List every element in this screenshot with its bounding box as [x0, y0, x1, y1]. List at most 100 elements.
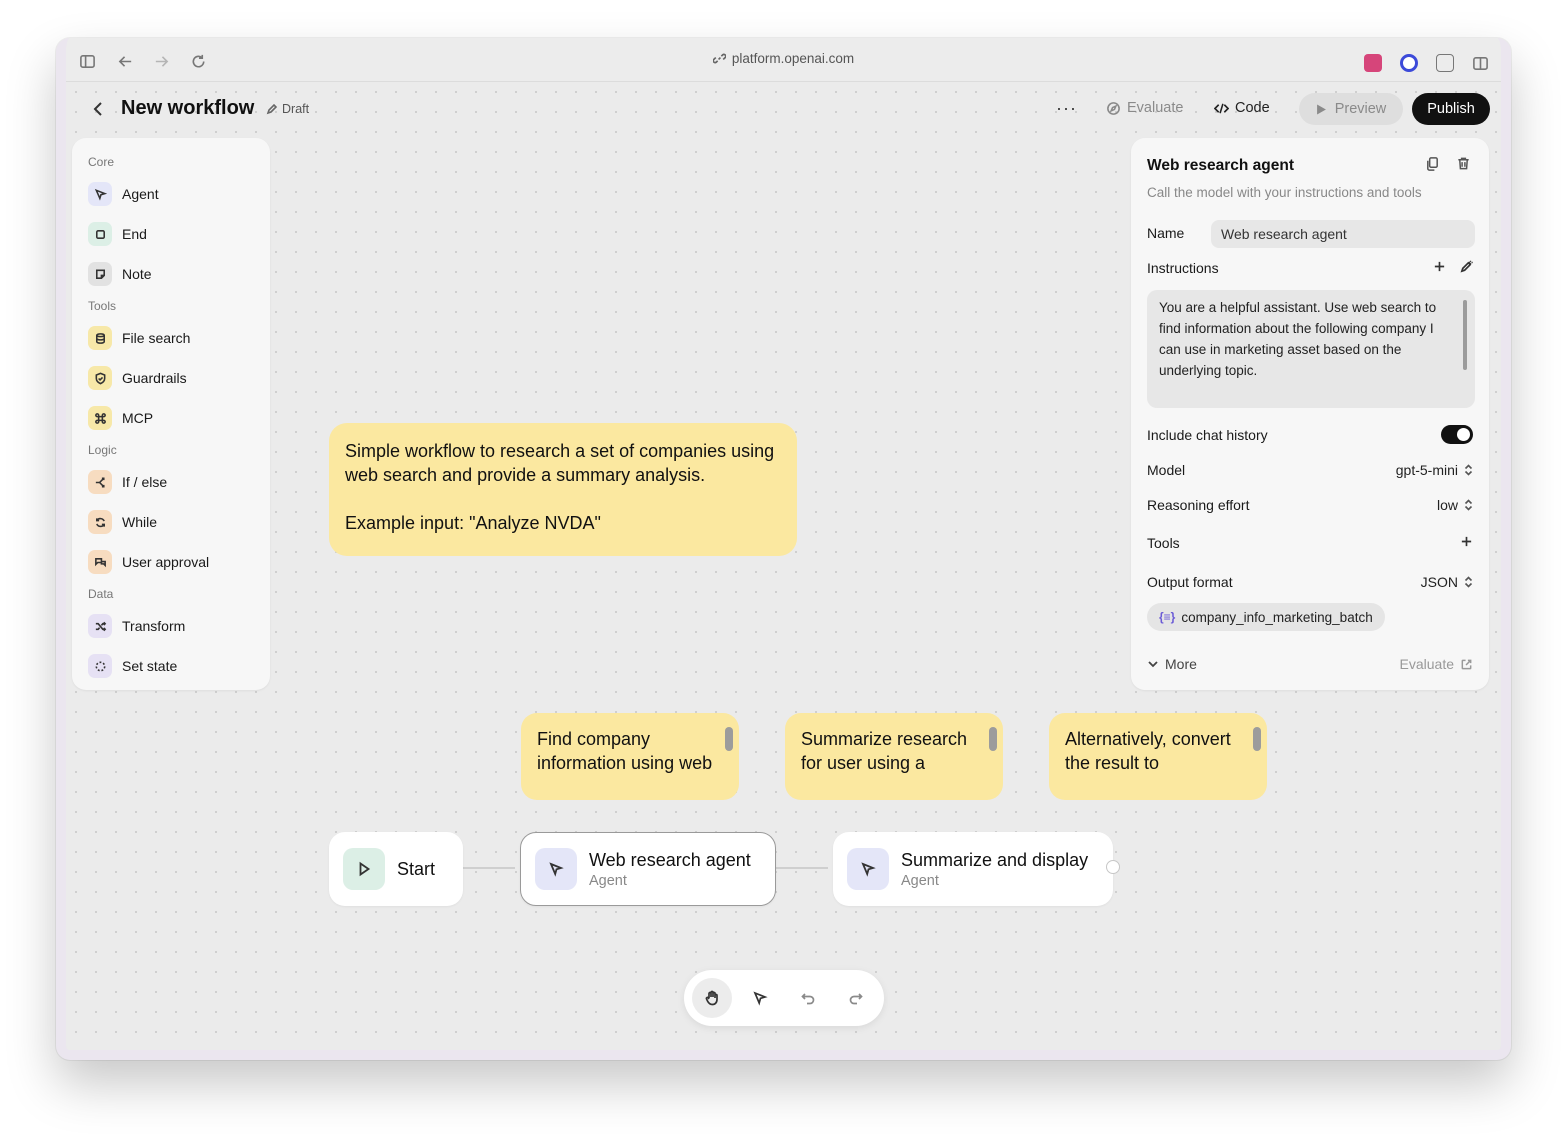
- palette-item-label: User approval: [122, 554, 210, 570]
- output-port[interactable]: [1106, 860, 1120, 874]
- translate-extension-icon[interactable]: [1364, 54, 1382, 72]
- panel-actions: [1425, 156, 1471, 171]
- palette-item-end[interactable]: End: [72, 214, 270, 254]
- reasoning-value: low: [1436, 497, 1458, 513]
- url-text: platform.openai.com: [731, 51, 855, 66]
- preview-button[interactable]: Preview: [1299, 93, 1403, 125]
- workflow-description-note[interactable]: Simple workflow to research a set of com…: [329, 423, 797, 556]
- back-chevron-icon[interactable]: [90, 100, 108, 118]
- palette-item-set-state[interactable]: Set state: [72, 646, 270, 686]
- code-icon: [1214, 103, 1229, 113]
- evaluate-button[interactable]: Evaluate: [1106, 100, 1183, 116]
- reasoning-row: Reasoning effort low: [1147, 497, 1473, 513]
- copy-icon[interactable]: [1425, 156, 1440, 171]
- settings-extension-icon[interactable]: [1436, 54, 1454, 72]
- name-input[interactable]: Web research agent: [1211, 220, 1475, 248]
- pointer-icon: [753, 991, 768, 1006]
- name-label: Name: [1147, 225, 1185, 241]
- node-web-research-agent[interactable]: Web research agent Agent: [520, 832, 776, 906]
- note-example-text: Example input: "Analyze NVDA": [345, 513, 601, 533]
- external-link-icon: [1461, 659, 1472, 669]
- note-scrollbar[interactable]: [1253, 727, 1261, 751]
- palette-item-label: Set state: [122, 658, 178, 674]
- evaluate-label: Evaluate: [1127, 100, 1184, 116]
- face-extension-icon[interactable]: [1400, 54, 1418, 72]
- redo-icon: [849, 993, 863, 1005]
- note-scrollbar[interactable]: [989, 727, 997, 751]
- model-value: gpt-5-mini: [1395, 462, 1458, 478]
- section-core: Core: [88, 155, 115, 169]
- note-alternatively-convert[interactable]: Alternatively, convert the result to: [1049, 713, 1267, 800]
- approval-icon: [88, 550, 112, 574]
- palette-item-note[interactable]: Note: [72, 254, 270, 294]
- add-tool-icon[interactable]: [1460, 535, 1473, 551]
- undo-button[interactable]: [788, 978, 828, 1018]
- palette-item-guardrails[interactable]: Guardrails: [72, 358, 270, 398]
- panel-footer: More Evaluate: [1147, 656, 1473, 672]
- chat-history-toggle[interactable]: [1441, 425, 1473, 444]
- shield-icon: [88, 366, 112, 390]
- pan-tool-button[interactable]: [692, 978, 732, 1018]
- palette-item-transform[interactable]: Transform: [72, 606, 270, 646]
- palette-item-file-search[interactable]: File search: [72, 318, 270, 358]
- section-data: Data: [88, 587, 114, 601]
- publish-button[interactable]: Publish: [1412, 93, 1490, 125]
- branch-icon: [88, 470, 112, 494]
- instructions-textarea[interactable]: You are a helpful assistant. Use web sea…: [1147, 290, 1475, 408]
- hand-icon: [705, 990, 718, 1006]
- select-arrows-icon: [1464, 499, 1473, 511]
- evaluate-link-label: Evaluate: [1399, 656, 1454, 672]
- node-subtitle: Agent: [589, 872, 627, 889]
- output-format-select[interactable]: JSON: [1421, 574, 1473, 590]
- palette-item-mcp[interactable]: MCP: [72, 398, 270, 438]
- select-arrows-icon: [1464, 576, 1473, 588]
- palette-item-agent[interactable]: Agent: [72, 174, 270, 214]
- code-button[interactable]: Code: [1214, 100, 1270, 116]
- palette-item-label: Agent: [122, 186, 159, 202]
- instructions-label: Instructions: [1147, 260, 1219, 276]
- note-text: Find company information using web: [537, 729, 713, 773]
- loop-icon: [88, 510, 112, 534]
- more-options-button[interactable]: ···: [1056, 98, 1077, 119]
- node-start[interactable]: Start: [329, 832, 463, 906]
- magic-edit-icon[interactable]: [1460, 260, 1473, 276]
- model-row: Model gpt-5-mini: [1147, 462, 1473, 478]
- node-summarize-and-display[interactable]: Summarize and display Agent: [833, 832, 1113, 906]
- agent-icon: [535, 848, 577, 890]
- instructions-scrollbar[interactable]: [1463, 300, 1467, 370]
- split-view-icon[interactable]: [1471, 54, 1489, 72]
- instructions-row: Instructions: [1147, 260, 1473, 276]
- reasoning-select[interactable]: low: [1437, 497, 1473, 513]
- redo-button[interactable]: [836, 978, 876, 1018]
- palette-item-label: Guardrails: [122, 370, 187, 386]
- palette-item-label: If / else: [122, 474, 168, 490]
- note-find-company[interactable]: Find company information using web: [521, 713, 739, 800]
- node-palette: Core Agent End Note Tools File search Gu…: [72, 138, 270, 690]
- agent-icon: [88, 182, 112, 206]
- note-text: Alternatively, convert the result to: [1065, 729, 1231, 773]
- undo-icon: [801, 993, 815, 1005]
- palette-item-user-approval[interactable]: User approval: [72, 542, 270, 582]
- address-bar[interactable]: platform.openai.com: [66, 51, 1501, 66]
- add-instruction-icon[interactable]: [1433, 260, 1446, 276]
- draft-pencil-icon: [266, 103, 278, 115]
- link-icon: [712, 53, 726, 64]
- play-icon: [1316, 104, 1326, 114]
- select-tool-button[interactable]: [740, 978, 780, 1018]
- note-summarize-research[interactable]: Summarize research for user using a: [785, 713, 1003, 800]
- evaluate-link[interactable]: Evaluate: [1400, 656, 1473, 672]
- note-scrollbar[interactable]: [725, 727, 733, 751]
- trash-icon[interactable]: [1456, 156, 1471, 171]
- model-select[interactable]: gpt-5-mini: [1396, 462, 1473, 478]
- workflow-title[interactable]: New workflow: [121, 97, 254, 120]
- panel-title: Web research agent: [1147, 157, 1295, 174]
- code-label: Code: [1235, 100, 1270, 116]
- schema-chip[interactable]: {≡} company_info_marketing_batch: [1147, 603, 1385, 631]
- palette-item-while[interactable]: While: [72, 502, 270, 542]
- reasoning-label: Reasoning effort: [1147, 497, 1250, 513]
- agent-icon: [847, 848, 889, 890]
- compass-icon: [1107, 101, 1120, 115]
- play-icon: [343, 848, 385, 890]
- palette-item-if-else[interactable]: If / else: [72, 462, 270, 502]
- more-toggle[interactable]: More: [1147, 656, 1197, 672]
